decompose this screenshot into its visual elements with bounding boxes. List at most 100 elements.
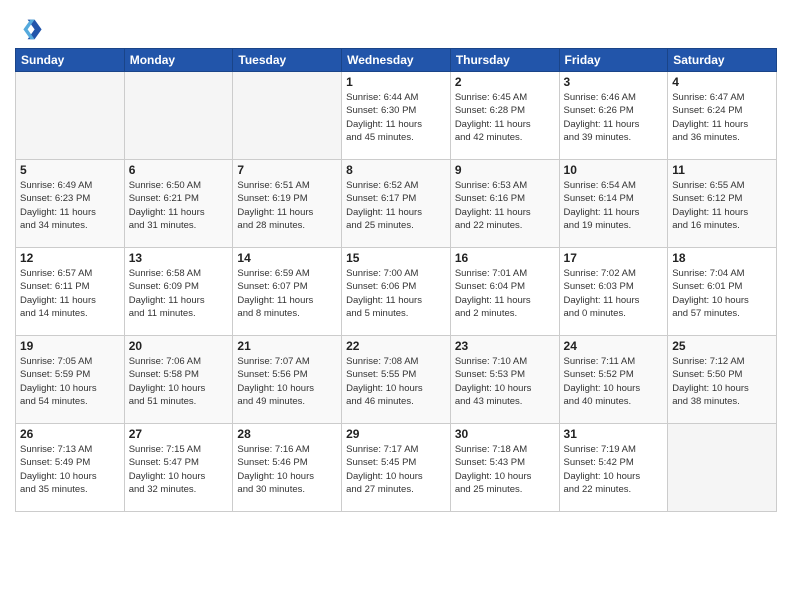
week-row-4: 19 Sunrise: 7:05 AM Sunset: 5:59 PM Dayli… [16,336,777,424]
day-info: Sunrise: 6:55 AM Sunset: 6:12 PM Dayligh… [672,179,772,232]
weekday-header-sunday: Sunday [16,49,125,72]
calendar-cell: 17Sunrise: 7:02 AM Sunset: 6:03 PM Dayli… [559,248,668,336]
calendar-cell: 18 Sunrise: 7:04 AM Sunset: 6:01 PM Dayli… [668,248,777,336]
week-row-5: 26 Sunrise: 7:13 AM Sunset: 5:49 PM Dayli… [16,424,777,512]
day-number: 29 [346,427,446,441]
calendar-cell: 20 Sunrise: 7:06 AM Sunset: 5:58 PM Dayli… [124,336,233,424]
calendar-cell: 28 Sunrise: 7:16 AM Sunset: 5:46 PM Dayli… [233,424,342,512]
day-info: Sunrise: 7:18 AM Sunset: 5:43 PM Dayligh… [455,443,555,496]
calendar-cell: 14 Sunrise: 6:59 AM Sunset: 6:07 PM Dayli… [233,248,342,336]
weekday-header-wednesday: Wednesday [342,49,451,72]
day-number: 9 [455,163,555,177]
weekday-header-tuesday: Tuesday [233,49,342,72]
calendar-cell: 25 Sunrise: 7:12 AM Sunset: 5:50 PM Dayli… [668,336,777,424]
day-info: Sunrise: 7:13 AM Sunset: 5:49 PM Dayligh… [20,443,120,496]
day-number: 17 [564,251,664,265]
calendar-cell: 5Sunrise: 6:49 AM Sunset: 6:23 PM Daylig… [16,160,125,248]
calendar-cell: 29 Sunrise: 7:17 AM Sunset: 5:45 PM Dayli… [342,424,451,512]
day-number: 12 [20,251,120,265]
day-number: 27 [129,427,229,441]
day-number: 11 [672,163,772,177]
day-info: Sunrise: 6:57 AM Sunset: 6:11 PM Dayligh… [20,267,120,320]
calendar-cell: 2 Sunrise: 6:45 AM Sunset: 6:28 PM Daylig… [450,72,559,160]
calendar-cell: 7Sunrise: 6:51 AM Sunset: 6:19 PM Daylig… [233,160,342,248]
calendar-cell: 6 Sunrise: 6:50 AM Sunset: 6:21 PM Daylig… [124,160,233,248]
day-number: 28 [237,427,337,441]
calendar-cell: 24 Sunrise: 7:11 AM Sunset: 5:52 PM Dayli… [559,336,668,424]
day-number: 25 [672,339,772,353]
calendar-cell [124,72,233,160]
day-info: Sunrise: 7:11 AM Sunset: 5:52 PM Dayligh… [564,355,664,408]
day-info: Sunrise: 6:50 AM Sunset: 6:21 PM Dayligh… [129,179,229,232]
day-number: 14 [237,251,337,265]
day-info: Sunrise: 7:01 AM Sunset: 6:04 PM Dayligh… [455,267,555,320]
calendar-cell: 21 Sunrise: 7:07 AM Sunset: 5:56 PM Dayli… [233,336,342,424]
day-number: 30 [455,427,555,441]
day-info: Sunrise: 7:17 AM Sunset: 5:45 PM Dayligh… [346,443,446,496]
day-info: Sunrise: 7:15 AM Sunset: 5:47 PM Dayligh… [129,443,229,496]
calendar-cell: 26 Sunrise: 7:13 AM Sunset: 5:49 PM Dayli… [16,424,125,512]
day-number: 31 [564,427,664,441]
day-info: Sunrise: 6:53 AM Sunset: 6:16 PM Dayligh… [455,179,555,232]
day-info: Sunrise: 6:58 AM Sunset: 6:09 PM Dayligh… [129,267,229,320]
day-info: Sunrise: 7:05 AM Sunset: 5:59 PM Dayligh… [20,355,120,408]
day-number: 16 [455,251,555,265]
weekday-header-saturday: Saturday [668,49,777,72]
day-number: 4 [672,75,772,89]
day-info: Sunrise: 7:06 AM Sunset: 5:58 PM Dayligh… [129,355,229,408]
day-number: 21 [237,339,337,353]
calendar-cell: 30 Sunrise: 7:18 AM Sunset: 5:43 PM Dayli… [450,424,559,512]
weekday-header-monday: Monday [124,49,233,72]
day-number: 18 [672,251,772,265]
day-info: Sunrise: 7:08 AM Sunset: 5:55 PM Dayligh… [346,355,446,408]
day-number: 5 [20,163,120,177]
page: SundayMondayTuesdayWednesdayThursdayFrid… [0,0,792,612]
logo [15,14,47,42]
day-info: Sunrise: 6:54 AM Sunset: 6:14 PM Dayligh… [564,179,664,232]
calendar-cell [233,72,342,160]
calendar-cell: 19 Sunrise: 7:05 AM Sunset: 5:59 PM Dayli… [16,336,125,424]
weekday-header-friday: Friday [559,49,668,72]
day-number: 23 [455,339,555,353]
calendar-cell: 27 Sunrise: 7:15 AM Sunset: 5:47 PM Dayli… [124,424,233,512]
calendar-cell: 31Sunrise: 7:19 AM Sunset: 5:42 PM Dayli… [559,424,668,512]
calendar-cell: 22 Sunrise: 7:08 AM Sunset: 5:55 PM Dayli… [342,336,451,424]
calendar-cell: 3 Sunrise: 6:46 AM Sunset: 6:26 PM Daylig… [559,72,668,160]
calendar-cell: 12 Sunrise: 6:57 AM Sunset: 6:11 PM Dayli… [16,248,125,336]
week-row-2: 5Sunrise: 6:49 AM Sunset: 6:23 PM Daylig… [16,160,777,248]
day-info: Sunrise: 6:47 AM Sunset: 6:24 PM Dayligh… [672,91,772,144]
calendar-cell: 11 Sunrise: 6:55 AM Sunset: 6:12 PM Dayli… [668,160,777,248]
weekday-header-thursday: Thursday [450,49,559,72]
calendar-cell [16,72,125,160]
day-info: Sunrise: 7:00 AM Sunset: 6:06 PM Dayligh… [346,267,446,320]
day-number: 6 [129,163,229,177]
day-number: 19 [20,339,120,353]
calendar-cell: 10 Sunrise: 6:54 AM Sunset: 6:14 PM Dayli… [559,160,668,248]
day-info: Sunrise: 7:12 AM Sunset: 5:50 PM Dayligh… [672,355,772,408]
day-info: Sunrise: 7:10 AM Sunset: 5:53 PM Dayligh… [455,355,555,408]
day-info: Sunrise: 6:45 AM Sunset: 6:28 PM Dayligh… [455,91,555,144]
day-info: Sunrise: 7:07 AM Sunset: 5:56 PM Dayligh… [237,355,337,408]
calendar: SundayMondayTuesdayWednesdayThursdayFrid… [15,48,777,512]
day-number: 26 [20,427,120,441]
calendar-cell: 1Sunrise: 6:44 AM Sunset: 6:30 PM Daylig… [342,72,451,160]
weekday-header-row: SundayMondayTuesdayWednesdayThursdayFrid… [16,49,777,72]
day-info: Sunrise: 6:59 AM Sunset: 6:07 PM Dayligh… [237,267,337,320]
day-number: 10 [564,163,664,177]
day-info: Sunrise: 7:16 AM Sunset: 5:46 PM Dayligh… [237,443,337,496]
day-number: 24 [564,339,664,353]
day-number: 2 [455,75,555,89]
calendar-cell: 13Sunrise: 6:58 AM Sunset: 6:09 PM Dayli… [124,248,233,336]
day-info: Sunrise: 6:52 AM Sunset: 6:17 PM Dayligh… [346,179,446,232]
day-number: 22 [346,339,446,353]
day-number: 3 [564,75,664,89]
day-info: Sunrise: 6:44 AM Sunset: 6:30 PM Dayligh… [346,91,446,144]
day-info: Sunrise: 7:04 AM Sunset: 6:01 PM Dayligh… [672,267,772,320]
day-number: 20 [129,339,229,353]
calendar-cell: 4 Sunrise: 6:47 AM Sunset: 6:24 PM Daylig… [668,72,777,160]
day-info: Sunrise: 6:46 AM Sunset: 6:26 PM Dayligh… [564,91,664,144]
calendar-cell: 15 Sunrise: 7:00 AM Sunset: 6:06 PM Dayli… [342,248,451,336]
day-number: 15 [346,251,446,265]
calendar-cell: 9 Sunrise: 6:53 AM Sunset: 6:16 PM Daylig… [450,160,559,248]
day-info: Sunrise: 6:51 AM Sunset: 6:19 PM Dayligh… [237,179,337,232]
